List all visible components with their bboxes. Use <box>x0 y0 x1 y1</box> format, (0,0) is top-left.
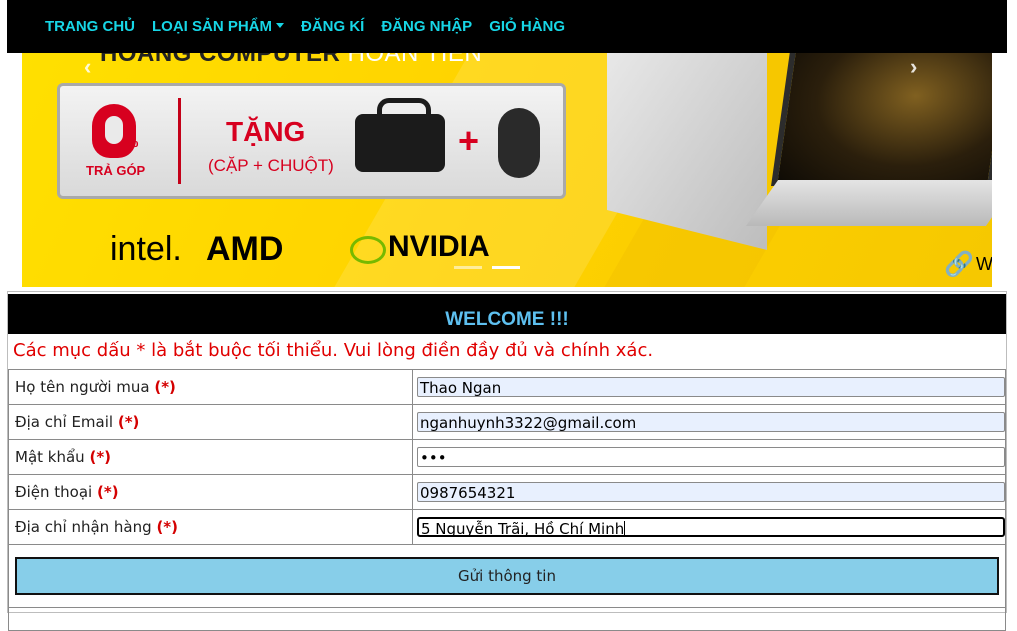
buyer-name-input[interactable]: Thao Ngan <box>417 377 1005 397</box>
password-label: Mật khẩu (*) <box>8 439 413 475</box>
zero-percent-sign: % <box>126 134 139 150</box>
nav-cart-link[interactable]: GIỎ HÀNG <box>489 18 565 35</box>
shipping-address-value: 5 Nguyễn Trãi, Hồ Chí Minh <box>421 520 625 538</box>
form-row-empty <box>8 607 1006 631</box>
form-row-name: Họ tên người mua (*) Thao Ngan <box>8 369 1006 405</box>
email-input[interactable]: nganhuynh3322@gmail.com <box>417 412 1005 432</box>
carousel-prev-icon[interactable]: ‹ <box>84 54 91 80</box>
promo-gift-label: TẶNG <box>226 116 306 147</box>
promo-banner-carousel[interactable]: HOÀNG COMPUTER HOÀN TIỀN % TRẢ GÓP TẶNG … <box>22 30 992 287</box>
name-label: Họ tên người mua (*) <box>8 369 413 405</box>
customer-info-form: Họ tên người mua (*) Thao Ngan Địa chỉ E… <box>8 369 1006 631</box>
email-label-text: Địa chỉ Email <box>15 413 114 431</box>
promo-installment-label: TRẢ GÓP <box>86 163 146 178</box>
submit-button[interactable]: Gửi thông tin <box>15 557 999 595</box>
nav-home-link[interactable]: TRANG CHỦ <box>45 18 135 35</box>
carousel-indicator-1[interactable] <box>454 266 482 269</box>
promo-box: % TRẢ GÓP TẶNG (CẶP + CHUỘT) + <box>57 83 566 199</box>
laptop-image <box>771 30 992 186</box>
password-cell: ••• <box>412 439 1006 475</box>
required-mark: (*) <box>154 378 176 396</box>
nav-login-link[interactable]: ĐĂNG NHẬP <box>381 18 472 35</box>
link-icon: 🔗 <box>944 251 974 278</box>
top-navbar: TRANG CHỦ LOẠI SẢN PHẨM ĐĂNG KÍ ĐĂNG NHẬ… <box>7 0 1007 53</box>
nvidia-eye-icon <box>350 236 386 264</box>
laptop-bag-handle <box>377 98 431 121</box>
banner-trailing-text: W <box>976 254 992 274</box>
nav-register-link[interactable]: ĐĂNG KÍ <box>301 18 364 35</box>
address-label-text: Địa chỉ nhận hàng <box>15 518 152 536</box>
nav-product-types-dropdown[interactable]: LOẠI SẢN PHẨM <box>152 18 284 35</box>
form-row-email: Địa chỉ Email (*) nganhuynh3322@gmail.co… <box>8 404 1006 440</box>
promo-gift-subtitle: (CẶP + CHUỘT) <box>208 156 334 175</box>
form-row-address: Địa chỉ nhận hàng (*) 5 Nguyễn Trãi, Hồ … <box>8 509 1006 545</box>
laptop-bag-image <box>355 98 445 172</box>
submit-cell: Gửi thông tin <box>8 544 1006 608</box>
amd-logo: AMD <box>206 230 284 268</box>
text-cursor <box>624 521 626 537</box>
checkout-form-panel: WELCOME !!! Các mục dấu * là bắt buộc tố… <box>7 291 1007 631</box>
carousel-next-icon[interactable]: › <box>910 54 917 80</box>
carousel-indicators <box>454 256 526 274</box>
zero-percent-logo-hole <box>105 116 123 144</box>
phone-label-text: Điện thoại <box>15 483 93 501</box>
password-label-text: Mật khẩu <box>15 448 85 466</box>
required-mark: (*) <box>117 413 140 431</box>
name-label-text: Họ tên người mua <box>15 378 150 396</box>
email-label: Địa chỉ Email (*) <box>8 404 413 440</box>
shipping-address-input[interactable]: 5 Nguyễn Trãi, Hồ Chí Minh <box>417 517 1005 538</box>
form-row-submit: Gửi thông tin <box>8 544 1006 608</box>
phone-input[interactable]: 0987654321 <box>417 482 1005 502</box>
form-row-password: Mật khẩu (*) ••• <box>8 439 1006 475</box>
required-mark: (*) <box>97 483 119 501</box>
address-label: Địa chỉ nhận hàng (*) <box>8 509 413 545</box>
form-row-phone: Điện thoại (*) 0987654321 <box>8 474 1006 510</box>
intel-logo: intel. <box>110 230 182 268</box>
plus-icon: + <box>458 120 480 161</box>
welcome-heading: WELCOME !!! <box>8 294 1006 334</box>
laptop-image <box>607 30 767 250</box>
email-cell: nganhuynh3322@gmail.com <box>412 404 1006 440</box>
mouse-image <box>498 108 540 178</box>
carousel-indicator-2[interactable] <box>492 266 521 269</box>
name-cell: Thao Ngan <box>412 369 1006 405</box>
required-mark: (*) <box>156 518 178 536</box>
password-input[interactable]: ••• <box>417 447 1005 467</box>
chevron-down-icon <box>276 23 284 28</box>
zero-percent-logo: % <box>92 104 139 158</box>
address-cell: 5 Nguyễn Trãi, Hồ Chí Minh <box>412 509 1006 545</box>
empty-cell <box>8 607 1006 631</box>
required-mark: (*) <box>89 448 112 466</box>
nav-product-types-label: LOẠI SẢN PHẨM <box>152 18 272 35</box>
phone-cell: 0987654321 <box>412 474 1006 510</box>
phone-label: Điện thoại (*) <box>8 474 413 510</box>
laptop-image <box>745 180 992 226</box>
promo-divider <box>178 98 181 184</box>
required-notice: Các mục dấu * là bắt buộc tối thiểu. Vui… <box>13 340 654 361</box>
